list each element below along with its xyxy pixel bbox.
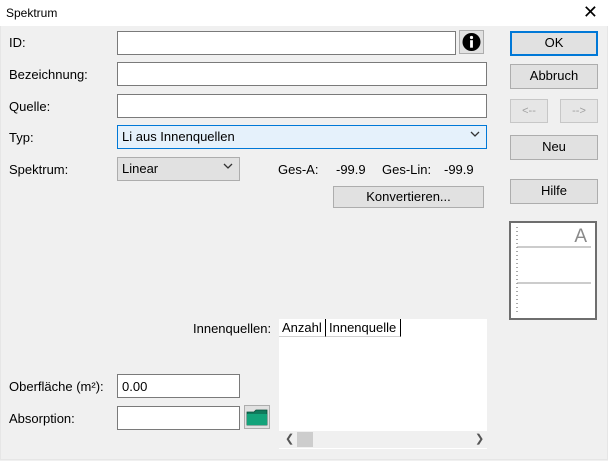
id-label: ID: <box>9 35 26 50</box>
horizontal-scrollbar[interactable]: ❮ ❯ <box>279 431 487 448</box>
spectrum-preview[interactable]: A <box>509 221 597 320</box>
chevron-down-icon <box>223 161 233 173</box>
ok-button[interactable]: OK <box>510 31 598 56</box>
neu-button[interactable]: Neu <box>510 135 598 160</box>
chevron-down-icon <box>470 129 480 141</box>
absorption-input[interactable] <box>117 406 240 430</box>
typ-value: Li aus Innenquellen <box>122 129 235 144</box>
browse-button[interactable] <box>244 405 270 429</box>
innenquellen-label: Innenquellen: <box>193 321 272 336</box>
ges-a-label: Ges-A: <box>278 162 319 177</box>
absorption-label: Absorption: <box>9 411 75 426</box>
konvertieren-button[interactable]: Konvertieren... <box>333 186 484 208</box>
quelle-input[interactable] <box>117 94 487 118</box>
bezeichnung-input[interactable] <box>117 62 487 86</box>
typ-select[interactable]: Li aus Innenquellen <box>117 125 487 149</box>
folder-icon <box>246 409 268 426</box>
scroll-right-icon[interactable]: ❯ <box>475 432 484 445</box>
spektrum-value: Linear <box>122 161 159 176</box>
spektrum-select[interactable]: Linear <box>117 157 240 181</box>
column-header-anzahl[interactable]: Anzahl <box>279 319 326 337</box>
scroll-thumb[interactable] <box>297 432 313 447</box>
previous-button[interactable]: <-- <box>510 99 548 123</box>
title-bar: Spektrum ✕ <box>0 0 608 26</box>
bezeichnung-label: Bezeichnung: <box>9 67 88 82</box>
ges-a-value: -99.9 <box>336 162 366 177</box>
preview-letter: A <box>574 226 587 247</box>
innenquellen-list[interactable]: Anzahl Innenquelle <box>279 319 487 449</box>
hilfe-button[interactable]: Hilfe <box>510 179 598 204</box>
spektrum-label: Spektrum: <box>9 162 69 177</box>
column-header-innenquelle[interactable]: Innenquelle <box>326 319 401 337</box>
next-button[interactable]: --> <box>560 99 598 123</box>
ges-lin-label: Ges-Lin: <box>382 162 432 177</box>
oberflaeche-input[interactable] <box>117 374 240 398</box>
window-title: Spektrum <box>6 6 58 20</box>
id-input[interactable] <box>117 31 456 55</box>
abbruch-button[interactable]: Abbruch <box>510 64 598 89</box>
quelle-label: Quelle: <box>9 99 51 114</box>
oberflaeche-label: Oberfläche (m²): <box>9 379 104 394</box>
scroll-left-icon[interactable]: ❮ <box>285 432 294 445</box>
close-icon[interactable]: ✕ <box>583 2 598 22</box>
typ-label: Typ: <box>9 130 34 145</box>
info-icon <box>462 33 481 51</box>
info-button[interactable] <box>459 30 484 54</box>
ges-lin-value: -99.9 <box>444 162 474 177</box>
